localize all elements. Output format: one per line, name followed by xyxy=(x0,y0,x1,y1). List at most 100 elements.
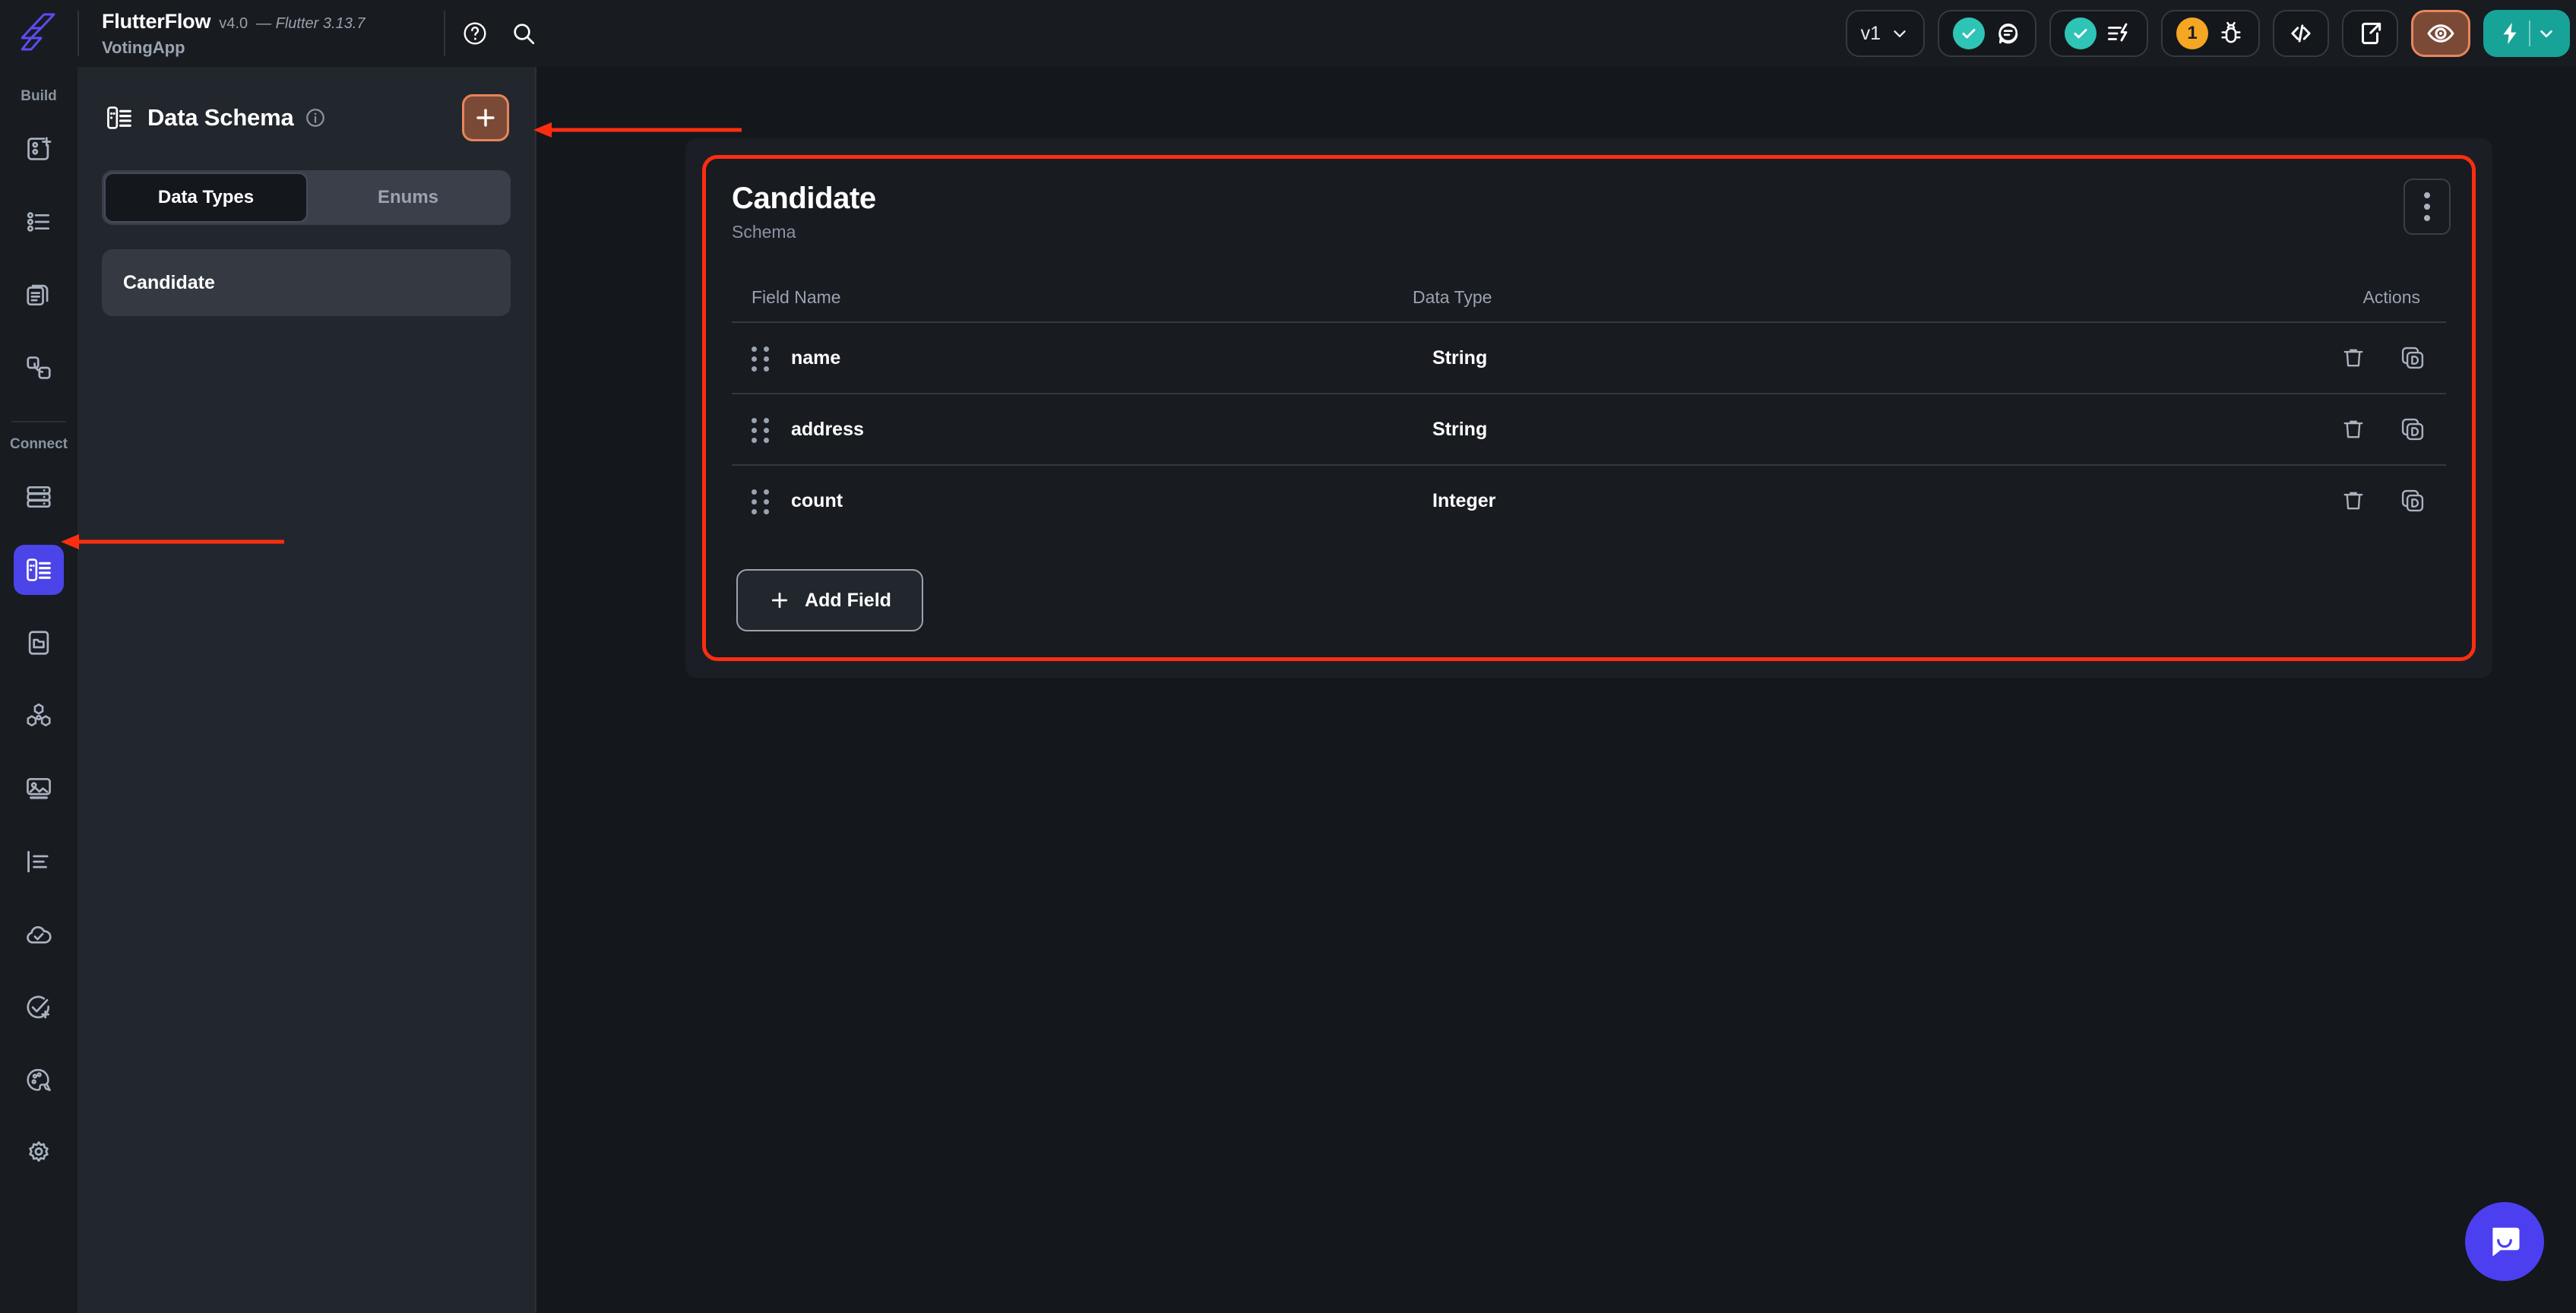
page-title: Data Schema xyxy=(147,104,294,131)
top-bar: FlutterFlow v4.0 — Flutter 3.13.7 Voting… xyxy=(0,0,2576,67)
drag-handle-icon[interactable] xyxy=(752,489,771,514)
add-field-button[interactable]: Add Field xyxy=(736,569,923,631)
version-selector[interactable]: v1 xyxy=(1845,10,1925,57)
trash-icon[interactable] xyxy=(2340,344,2367,372)
check-badge xyxy=(1953,17,1985,49)
field-name-cell: address xyxy=(791,418,864,440)
issues-button[interactable]: 1 xyxy=(2161,10,2260,57)
schema-card: Candidate Schema Field Name Data Type Ac… xyxy=(702,155,2476,661)
issue-count: 1 xyxy=(2187,23,2198,43)
brand-block: FlutterFlow v4.0 — Flutter 3.13.7 Voting… xyxy=(79,0,444,67)
column-header-actions: Actions xyxy=(2362,286,2420,307)
column-header-data-type: Data Type xyxy=(1413,286,1492,307)
documents-icon xyxy=(27,284,49,306)
duplicate-d-icon[interactable] xyxy=(2399,487,2426,514)
gear-icon xyxy=(29,1141,49,1162)
flutterflow-app-window: FlutterFlow v4.0 — Flutter 3.13.7 Voting… xyxy=(0,0,2576,1313)
chat-widget-button[interactable] xyxy=(2465,1202,2544,1281)
linked-pages-icon xyxy=(27,356,51,379)
drag-handle-icon[interactable] xyxy=(752,418,771,443)
rail-section-connect-label: Connect xyxy=(10,436,68,452)
column-header-field-name: Field Name xyxy=(752,286,841,307)
align-list-icon xyxy=(27,850,49,873)
tab-enums[interactable]: Enums xyxy=(308,172,508,223)
check-circle-plus-icon xyxy=(27,995,50,1019)
run-divider xyxy=(2529,21,2530,46)
sidebar-item-app-state[interactable] xyxy=(14,343,64,393)
sidebar-item-data-schema[interactable] xyxy=(14,545,64,595)
drag-handle-icon[interactable] xyxy=(752,346,771,372)
sidebar-item-firestore[interactable] xyxy=(14,472,64,522)
run-button[interactable] xyxy=(2483,10,2570,57)
add-data-type-button[interactable] xyxy=(462,94,509,141)
tab-data-types[interactable]: Data Types xyxy=(104,172,308,223)
sidebar-item-app-settings-list[interactable] xyxy=(14,837,64,887)
check-badge-2 xyxy=(2065,17,2097,49)
topbar-actions: v1 1 xyxy=(1845,0,2576,67)
bug-icon xyxy=(2221,21,2241,43)
plus-icon xyxy=(476,109,495,127)
list-item-candidate[interactable]: Candidate xyxy=(102,249,511,316)
duplicate-d-icon[interactable] xyxy=(2399,344,2426,372)
sidebar-item-components[interactable] xyxy=(14,270,64,320)
data-schema-icon-panel xyxy=(107,106,131,129)
row-actions xyxy=(2252,416,2426,443)
sidebar-item-widget-tree[interactable] xyxy=(14,197,64,247)
info-icon[interactable] xyxy=(305,107,326,128)
table-row[interactable]: address String xyxy=(732,393,2446,464)
sidebar-item-tests[interactable] xyxy=(14,982,64,1033)
preview-button[interactable] xyxy=(2411,10,2470,57)
hexagon-group-icon xyxy=(27,703,51,727)
row-actions xyxy=(2252,344,2426,372)
card-subtitle: Schema xyxy=(732,222,796,242)
add-field-label: Add Field xyxy=(805,589,891,611)
code-view-button[interactable] xyxy=(2273,10,2329,57)
table-header-row: Field Name Data Type Actions xyxy=(732,273,2446,321)
card-kebab-menu-icon[interactable] xyxy=(2404,179,2451,235)
trash-icon[interactable] xyxy=(2340,487,2367,514)
sidebar-item-deployment[interactable] xyxy=(14,910,64,960)
body-row: Build Connect Data Schema Data Types Enu… xyxy=(0,67,2576,1313)
trash-icon[interactable] xyxy=(2340,416,2367,443)
sidebar-item-settings[interactable] xyxy=(14,1128,64,1179)
eye-icon xyxy=(2427,24,2454,43)
topbar-utility-icons xyxy=(445,0,538,67)
table-row[interactable]: count Integer xyxy=(732,464,2446,536)
share-button[interactable] xyxy=(2342,10,2398,57)
project-name: VotingApp xyxy=(102,37,185,57)
search-icon[interactable] xyxy=(509,19,538,48)
sidebar-item-media-assets[interactable] xyxy=(14,764,64,814)
brand-name: FlutterFlow xyxy=(102,9,211,33)
flutterflow-logo[interactable] xyxy=(0,0,78,67)
sidebar-item-theme[interactable] xyxy=(14,1055,64,1106)
duplicate-d-icon[interactable] xyxy=(2399,416,2426,443)
version-label: v1 xyxy=(1860,22,1881,44)
field-type-cell: Integer xyxy=(1432,489,1496,511)
lightning-bolt-icon xyxy=(2503,22,2517,45)
left-nav-rail: Build Connect xyxy=(0,67,78,1313)
rail-divider xyxy=(11,421,66,422)
data-schema-icon xyxy=(27,558,51,581)
panel-tabs: Data Types Enums xyxy=(102,170,511,225)
folder-device-icon xyxy=(28,631,49,655)
fields-table: Field Name Data Type Actions name String… xyxy=(732,273,2446,536)
data-type-list: Candidate xyxy=(102,249,511,316)
issue-count-badge: 1 xyxy=(2176,17,2208,49)
sidebar-item-page-selector[interactable] xyxy=(14,124,64,174)
chevron-down-icon xyxy=(1894,30,1906,37)
add-page-icon xyxy=(27,137,52,160)
table-row[interactable]: name String xyxy=(732,321,2446,393)
chat-bubble-icon xyxy=(2492,1227,2520,1257)
flutter-version: — Flutter 3.13.7 xyxy=(256,14,366,32)
help-circle-icon[interactable] xyxy=(460,19,489,48)
card-shell: Candidate Schema Field Name Data Type Ac… xyxy=(685,138,2492,678)
sidebar-item-api-calls[interactable] xyxy=(14,691,64,741)
chevron-down-icon-run xyxy=(2540,30,2552,38)
sidebar-item-local-storage[interactable] xyxy=(14,618,64,668)
field-type-cell: String xyxy=(1432,346,1488,369)
palette-icon xyxy=(27,1068,51,1091)
list-tree-icon xyxy=(27,212,50,232)
card-title: Candidate xyxy=(732,182,876,215)
comments-status-button[interactable] xyxy=(1938,10,2036,57)
build-status-button[interactable] xyxy=(2049,10,2148,57)
